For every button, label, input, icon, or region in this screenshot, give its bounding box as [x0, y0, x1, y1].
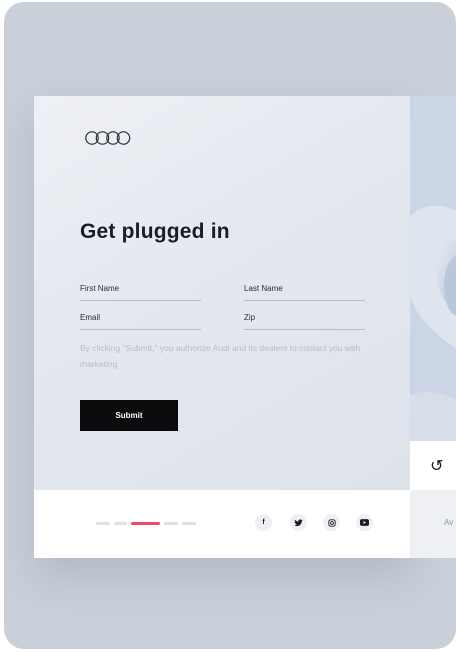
mockup-frame: Get plugged in By clicking "Submit," you…: [4, 2, 456, 649]
pager-dot-5[interactable]: [182, 522, 196, 525]
car-render-image: [410, 96, 456, 490]
first-name-field[interactable]: [80, 278, 201, 301]
twitter-bird-icon: [294, 518, 303, 526]
card-footer: f: [34, 490, 410, 558]
first-name-input[interactable]: [80, 284, 201, 293]
zip-input[interactable]: [244, 313, 365, 322]
instagram-glyph-icon: [327, 518, 336, 527]
pager-dot-4[interactable]: [164, 522, 178, 525]
form-title: Get plugged in: [80, 220, 230, 243]
youtube-glyph-icon: [360, 519, 369, 526]
car-image-panel: [410, 96, 456, 490]
side-controls: ↺: [410, 441, 456, 491]
facebook-icon[interactable]: f: [255, 514, 272, 531]
last-name-field[interactable]: [244, 278, 365, 301]
email-input[interactable]: [80, 313, 201, 322]
last-name-input[interactable]: [244, 284, 365, 293]
pager-dot-2[interactable]: [114, 522, 127, 525]
twitter-icon[interactable]: [290, 514, 307, 531]
signup-card: Get plugged in By clicking "Submit," you…: [34, 96, 410, 558]
consent-disclaimer: By clicking "Submit," you authorize Audi…: [80, 343, 361, 369]
side-footer: Av: [410, 490, 456, 558]
side-footer-text: Av: [444, 518, 454, 527]
youtube-icon[interactable]: [356, 514, 373, 531]
audi-rings-logo: [85, 131, 131, 145]
zip-field[interactable]: [244, 307, 365, 330]
pager-dot-1[interactable]: [96, 522, 110, 525]
submit-button[interactable]: Submit: [80, 400, 178, 431]
email-field[interactable]: [80, 307, 201, 330]
instagram-icon[interactable]: [323, 514, 340, 531]
pager-dot-3-active[interactable]: [131, 522, 160, 525]
rotate-icon[interactable]: ↺: [430, 456, 443, 476]
